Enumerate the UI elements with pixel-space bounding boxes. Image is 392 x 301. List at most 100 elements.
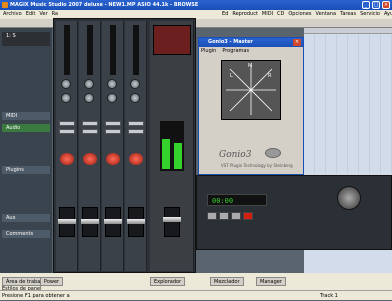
track-label: Plugins [6, 167, 24, 173]
menu-item-opciones[interactable]: Opciones [288, 10, 311, 19]
menu-item-plugin[interactable]: Plugin [201, 48, 216, 54]
label-r: R [268, 73, 272, 79]
channel-fader-track[interactable] [87, 25, 93, 75]
tab-power[interactable]: Power [40, 277, 64, 286]
transport-record-button[interactable] [243, 212, 253, 220]
track-header[interactable]: 1: S [2, 32, 50, 46]
master-fader-slot [164, 207, 180, 237]
channel-fader-track[interactable] [133, 25, 139, 75]
app-title-bar: MAGIX Music Studio 2007 deluxe - NEW1.MP… [0, 0, 392, 10]
status-bar: Presione F1 para obtener a Track 1 [0, 290, 392, 300]
volume-fader[interactable] [81, 219, 99, 224]
eq-knob[interactable] [84, 93, 94, 103]
tab-label: Área de trabajo [6, 279, 45, 285]
counter-display: 00:00 [207, 194, 267, 206]
track-label: Aux [6, 215, 16, 221]
tab-explorador[interactable]: Explorador [150, 277, 186, 286]
goniometer-footer: VST Plugin Technology by Steinberg [221, 163, 293, 168]
channel-fader-track[interactable] [110, 25, 116, 75]
goniometer-scope: L M R [221, 60, 281, 120]
eq-knob[interactable] [107, 93, 117, 103]
menu-item-midi[interactable]: MIDI [262, 10, 273, 19]
menu-item-servicio[interactable]: Servicio [360, 10, 380, 19]
goniometer-close-button[interactable]: × [293, 39, 301, 46]
volume-fader[interactable] [104, 219, 122, 224]
track-group-audio[interactable]: Audio [2, 124, 50, 132]
track-label: 1: S [6, 33, 16, 39]
solo-button[interactable] [105, 129, 121, 134]
track-label: Comments [6, 231, 34, 237]
menu-item-ed[interactable]: Ed [222, 10, 228, 19]
track-group-plugins[interactable]: Plugins [2, 166, 50, 174]
track-group-midi[interactable]: MIDI [2, 112, 50, 120]
eq-knob[interactable] [61, 93, 71, 103]
close-button[interactable]: × [382, 1, 390, 9]
mixer-channel-2 [79, 21, 101, 271]
menu-item-ayuda[interactable]: Ayu [384, 10, 392, 19]
play-button[interactable] [219, 212, 229, 220]
editor-grid [304, 34, 392, 174]
eq-knob[interactable] [84, 79, 94, 89]
status-text: Presione F1 para obtener a [2, 293, 70, 299]
tab-label: Manager [260, 279, 282, 285]
solo-button[interactable] [59, 129, 75, 134]
goniometer-menu: Plugin Programas [201, 48, 249, 54]
solo-button[interactable] [82, 129, 98, 134]
menu-item-edit[interactable]: Edit [26, 10, 36, 19]
effects-rack [153, 25, 191, 55]
maximize-button[interactable]: □ [372, 1, 380, 9]
eq-knob[interactable] [130, 79, 140, 89]
goniometer-plugin-window: Gonio3 - Master × Plugin Programas L M R… [198, 37, 304, 175]
tab-manager[interactable]: Manager [256, 277, 286, 286]
mixer-channel-4 [125, 21, 147, 271]
rewind-button[interactable] [207, 212, 217, 220]
tab-label: Power [44, 279, 60, 285]
menu-item-ventana[interactable]: Ventana [316, 10, 337, 19]
tab-label: Explorador [154, 279, 182, 285]
master-fader[interactable] [163, 217, 181, 222]
menu-item-cd[interactable]: CD [277, 10, 284, 19]
mixer-channel-1 [56, 21, 78, 271]
volume-fader[interactable] [58, 219, 76, 224]
mixer-channel-3 [102, 21, 124, 271]
jog-wheel[interactable] [337, 186, 361, 210]
time-counter: 00:00 [212, 197, 234, 205]
tab-label: Mezclador [214, 279, 240, 285]
mute-button[interactable] [59, 121, 75, 126]
menu-item-reproduct[interactable]: Reproduct [232, 10, 258, 19]
record-button[interactable] [83, 153, 97, 165]
track-group-comments[interactable]: Comments [2, 230, 50, 238]
track-list: 1: S MIDI Audio Plugins Aux Comments [0, 28, 52, 273]
tab-mezclador[interactable]: Mezclador [210, 277, 244, 286]
solo-button[interactable] [128, 129, 144, 134]
goniometer-title-bar: Gonio3 - Master [199, 38, 303, 47]
eq-knob[interactable] [130, 93, 140, 103]
record-button[interactable] [60, 153, 74, 165]
mute-button[interactable] [128, 121, 144, 126]
master-channel [150, 21, 194, 271]
transport-panel: 00:00 [196, 175, 392, 250]
track-group-aux[interactable]: Aux [2, 214, 50, 222]
menu-item-archivo[interactable]: Archivo [3, 10, 22, 19]
mixer-console [53, 18, 196, 273]
record-button[interactable] [129, 153, 143, 165]
eq-knob[interactable] [61, 79, 71, 89]
record-button[interactable] [106, 153, 120, 165]
level-meter [160, 121, 184, 171]
level-meter-fill [162, 139, 170, 169]
minimize-button[interactable]: _ [362, 1, 370, 9]
stop-button[interactable] [231, 212, 241, 220]
level-meter-fill [174, 143, 182, 169]
eq-knob[interactable] [107, 79, 117, 89]
track-label: MIDI [6, 113, 18, 119]
mute-button[interactable] [105, 121, 121, 126]
goniometer-title: Gonio3 - Master [208, 39, 253, 45]
menu-item-tareas[interactable]: Tareas [340, 10, 356, 19]
app-title: MAGIX Music Studio 2007 deluxe - NEW1.MP… [10, 2, 199, 8]
mute-button[interactable] [82, 121, 98, 126]
volume-fader[interactable] [127, 219, 145, 224]
menu-item-ver[interactable]: Ver [39, 10, 47, 19]
menu-item-programas[interactable]: Programas [222, 48, 249, 54]
label-m: M [248, 63, 253, 69]
channel-fader-track[interactable] [64, 25, 70, 75]
